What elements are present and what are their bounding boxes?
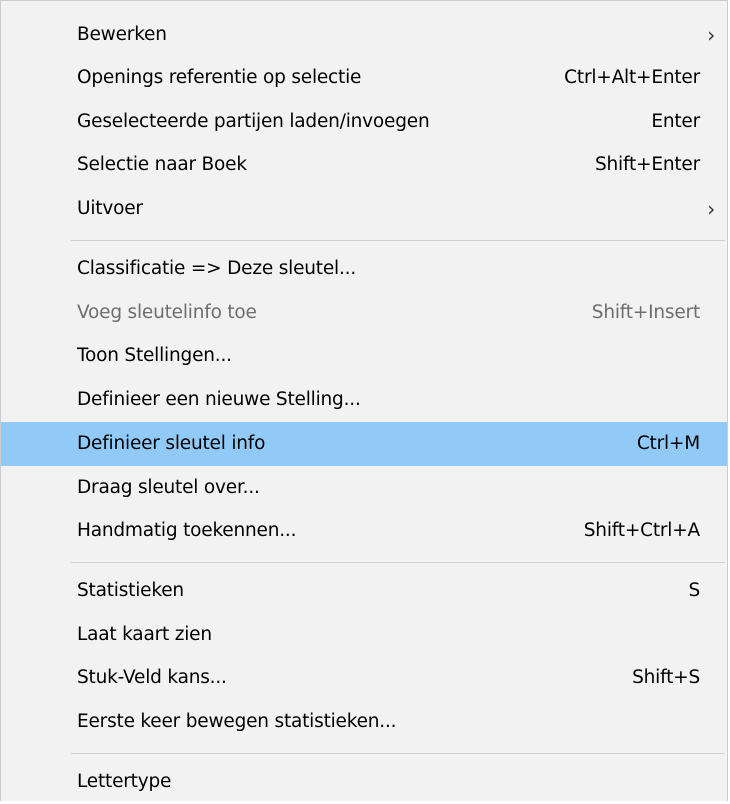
menu-item-label: Draag sleutel over... — [77, 477, 260, 498]
menu-item-shortcut: Ctrl+Alt+Enter — [564, 67, 700, 88]
menu-separator — [71, 240, 725, 241]
menu-item-shortcut: Shift+S — [632, 667, 700, 688]
menu-item-label: Classificatie => Deze sleutel... — [77, 258, 357, 279]
menu-item-uitvoer[interactable]: Uitvoer › — [1, 187, 727, 231]
menu-item-eerste-keer-bewegen[interactable]: Eerste keer bewegen statistieken... — [1, 700, 727, 744]
menu-item-label: Lettertype — [77, 771, 172, 792]
menu-item-shortcut: Enter — [651, 111, 700, 132]
menu-item-label: Openings referentie op selectie — [77, 67, 362, 88]
menu-item-shortcut: Ctrl+M — [636, 433, 700, 454]
menu-item-partijen-laden[interactable]: Geselecteerde partijen laden/invoegen En… — [1, 100, 727, 144]
menu-item-label: Voeg sleutelinfo toe — [77, 302, 257, 323]
menu-item-classificatie[interactable]: Classificatie => Deze sleutel... — [1, 247, 727, 291]
menu-item-shortcut: Shift+Ctrl+A — [583, 520, 700, 541]
menu-item-label: Definieer sleutel info — [77, 433, 266, 454]
menu-item-label: Eerste keer bewegen statistieken... — [77, 711, 397, 732]
menu-item-label: Toon Stellingen... — [77, 345, 232, 366]
menu-item-lettertype[interactable]: Lettertype — [1, 760, 727, 804]
menu-item-label: Stuk-Veld kans... — [77, 667, 227, 688]
menu-item-label: Handmatig toekennen... — [77, 520, 297, 541]
menu-item-openings-referentie[interactable]: Openings referentie op selectie Ctrl+Alt… — [1, 56, 727, 100]
menu-item-shortcut: Shift+Insert — [591, 302, 700, 323]
menu-item-label: Statistieken — [77, 580, 184, 601]
menu-item-label: Selectie naar Boek — [77, 154, 247, 175]
menu-item-statistieken[interactable]: Statistieken S — [1, 569, 727, 613]
menu-item-voeg-sleutelinfo-toe: Voeg sleutelinfo toe Shift+Insert — [1, 291, 727, 335]
menu-item-label: Bewerken — [77, 24, 167, 45]
menu-separator — [71, 753, 725, 754]
menu-item-label: Definieer een nieuwe Stelling... — [77, 389, 361, 410]
menu-item-selectie-naar-boek[interactable]: Selectie naar Boek Shift+Enter — [1, 143, 727, 187]
menu-item-definieer-sleutel-info[interactable]: Definieer sleutel info Ctrl+M — [1, 422, 727, 466]
menu-item-toon-stellingen[interactable]: Toon Stellingen... — [1, 334, 727, 378]
menu-item-draag-sleutel-over[interactable]: Draag sleutel over... — [1, 466, 727, 510]
menu-separator — [71, 562, 725, 563]
submenu-chevron-icon: › — [707, 23, 715, 47]
menu-item-laat-kaart-zien[interactable]: Laat kaart zien — [1, 613, 727, 657]
menu-item-label: Geselecteerde partijen laden/invoegen — [77, 111, 430, 132]
menu-item-label: Laat kaart zien — [77, 624, 212, 645]
menu-item-bewerken[interactable]: Bewerken › — [1, 13, 727, 57]
menu-item-nieuwe-stelling[interactable]: Definieer een nieuwe Stelling... — [1, 378, 727, 422]
menu-item-shortcut: Shift+Enter — [594, 154, 700, 175]
submenu-chevron-icon: › — [707, 197, 715, 221]
menu-item-shortcut: S — [688, 580, 700, 601]
menu-item-handmatig-toekennen[interactable]: Handmatig toekennen... Shift+Ctrl+A — [1, 509, 727, 553]
menu-item-stuk-veld-kans[interactable]: Stuk-Veld kans... Shift+S — [1, 656, 727, 700]
menu-item-label: Uitvoer — [77, 198, 143, 219]
context-menu: Bewerken › Openings referentie op select… — [0, 0, 728, 801]
